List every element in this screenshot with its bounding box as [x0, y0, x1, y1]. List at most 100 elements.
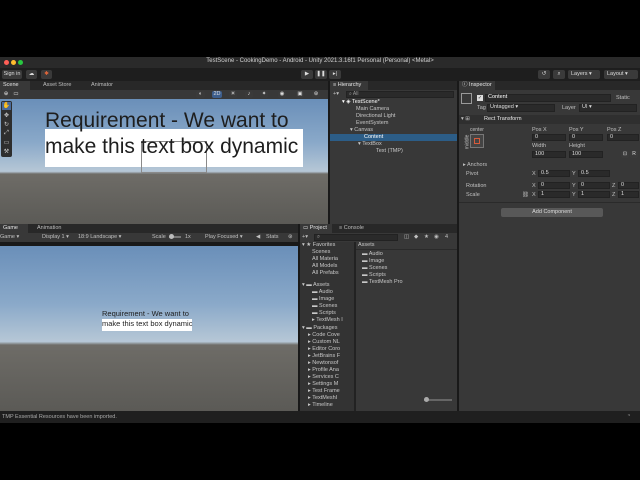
hierarchy-search[interactable]: ⌕ All: [346, 91, 454, 98]
tab-console[interactable]: ≡ Console: [336, 224, 370, 233]
history-icon[interactable]: ↺: [538, 70, 550, 79]
asset-folder[interactable]: ▸ TextMesh I: [312, 317, 343, 324]
package-item[interactable]: ▸ Newtonsof: [308, 360, 338, 367]
package-item[interactable]: ▸ Timeline: [308, 402, 333, 409]
tree-splitter[interactable]: [354, 242, 356, 411]
custom-tool-icon[interactable]: ⚒: [2, 148, 11, 156]
play-button[interactable]: ▶: [301, 70, 313, 79]
camera-icon[interactable]: ▣: [296, 91, 304, 98]
pos-y-field[interactable]: 0: [569, 134, 603, 141]
layout-dropdown[interactable]: Layout ▾: [604, 70, 638, 79]
hierarchy-item-main-camera[interactable]: Main Camera: [356, 106, 389, 113]
transform-tool-icon[interactable]: ▭: [12, 91, 20, 98]
blueprint-mode-icon[interactable]: ⊡: [621, 151, 629, 158]
package-item[interactable]: ▸ Test Frame: [308, 388, 340, 395]
package-item[interactable]: ▸ TextMeshI: [308, 395, 337, 402]
game-viewport[interactable]: Requirement - We want to make this text …: [0, 246, 298, 411]
package-item[interactable]: ▸ Settings M: [308, 381, 338, 388]
anchors-foldout[interactable]: ▸ Anchors: [463, 162, 487, 168]
tab-hierarchy[interactable]: ≡ Hierarchy: [330, 81, 368, 90]
tab-asset-store[interactable]: Asset Store: [40, 81, 76, 90]
rect-tool-icon[interactable]: ▭: [2, 139, 11, 147]
create-icon[interactable]: +▾: [302, 234, 308, 240]
object-name-field[interactable]: Content: [485, 94, 611, 102]
status-message[interactable]: TMP Essential Resources have been import…: [2, 414, 117, 420]
asset-folder[interactable]: ▬ Image: [312, 296, 334, 303]
display-dropdown[interactable]: Display 1 ▾: [42, 234, 69, 240]
scale-y-field[interactable]: 1: [578, 191, 610, 198]
lighting-icon[interactable]: ☀: [229, 91, 237, 98]
hierarchy-item-content[interactable]: Content: [330, 134, 457, 141]
move-tool-icon[interactable]: ✥: [2, 112, 11, 120]
rot-x-field[interactable]: 0: [538, 182, 570, 189]
package-item[interactable]: ▸ JetBrains F: [308, 353, 340, 360]
tab-game[interactable]: Game: [0, 224, 28, 233]
resolution-dropdown[interactable]: 18:9 Landscape ▾: [78, 234, 121, 240]
asset-folder[interactable]: ▬ Scenes: [312, 303, 337, 310]
rect-transform-header[interactable]: ▾ ⊞ Rect Transform: [459, 115, 640, 124]
package-item[interactable]: ▸ Editor Coro: [308, 346, 340, 353]
toggle-2d[interactable]: 2D: [212, 91, 222, 98]
package-item[interactable]: ▸ Profile Ana: [308, 367, 339, 374]
rotate-tool-icon[interactable]: ↻: [2, 121, 11, 129]
gizmos-icon[interactable]: ⊛: [288, 234, 293, 240]
add-icon[interactable]: +▾: [333, 91, 339, 97]
pause-button[interactable]: ❚❚: [315, 70, 327, 79]
game-mode-dropdown[interactable]: Game ▾: [0, 234, 19, 240]
scale-z-field[interactable]: 1: [618, 191, 639, 198]
icon-size-slider[interactable]: [424, 397, 452, 402]
add-component-button[interactable]: Add Component: [501, 208, 603, 217]
account-button[interactable]: Sign in: [2, 70, 22, 79]
hidden-packages-icon[interactable]: ◉: [434, 234, 439, 240]
pivot-x-field[interactable]: 0.5: [538, 170, 570, 177]
scale-slider[interactable]: [169, 234, 181, 239]
hand-tool-icon[interactable]: ✋: [2, 102, 11, 110]
assets-header[interactable]: ▾ ▬ Assets: [302, 282, 330, 289]
scene-viewport[interactable]: ✋ ✥ ↻ ⤢ ▭ ⚒ Requirement - We want to mak…: [0, 99, 328, 224]
asset-file[interactable]: ▬ Image: [362, 258, 384, 265]
hierarchy-item-testscene[interactable]: ▾ ◈ TestScene*: [342, 99, 380, 106]
favorite-item[interactable]: All Prefabs: [312, 270, 339, 277]
visibility-icon[interactable]: ◉: [278, 91, 286, 98]
shading-icon[interactable]: ◐: [196, 91, 205, 98]
icon-size-slider-thumb[interactable]: [424, 397, 429, 402]
raw-edit-mode-icon[interactable]: R: [630, 151, 638, 158]
tab-animator[interactable]: Animator: [88, 81, 120, 90]
anchor-presets-button[interactable]: [470, 134, 484, 148]
package-item[interactable]: ▸ Services C: [308, 374, 339, 381]
tag-dropdown[interactable]: Untagged ▾: [487, 104, 555, 112]
package-item[interactable]: ▸ Code Cove: [308, 332, 340, 339]
constrain-proportions-icon[interactable]: ⛓: [522, 192, 529, 198]
tab-project[interactable]: ▭ Project: [300, 224, 332, 233]
stats-button[interactable]: Stats: [266, 234, 279, 240]
height-field[interactable]: 100: [569, 151, 603, 158]
scale-x-field[interactable]: 1: [538, 191, 570, 198]
rot-y-field[interactable]: 0: [578, 182, 610, 189]
gizmos-icon[interactable]: ⊛: [312, 91, 320, 98]
hierarchy-item-canvas[interactable]: ▾ Canvas: [350, 127, 373, 134]
search-icon[interactable]: ⌕: [553, 70, 565, 79]
hierarchy-item-textbox[interactable]: ▾ TextBox: [358, 141, 382, 148]
play-mode-dropdown[interactable]: Play Focused ▾: [205, 234, 243, 240]
asset-file[interactable]: ▬ Audio: [362, 251, 383, 258]
scale-tool-icon[interactable]: ⤢: [2, 130, 11, 138]
favorite-item[interactable]: Scenes: [312, 249, 330, 256]
asset-file[interactable]: ▬ Scenes: [362, 265, 387, 272]
layer-dropdown[interactable]: UI ▾: [579, 104, 637, 112]
collab-icon[interactable]: ✱: [41, 70, 52, 79]
scale-slider-thumb[interactable]: [169, 234, 174, 239]
filter-label-icon[interactable]: ◆: [414, 234, 418, 240]
project-search[interactable]: ⌕: [314, 234, 398, 241]
mute-audio-icon[interactable]: ◀: [256, 234, 260, 240]
effects-icon[interactable]: ✦: [260, 91, 268, 98]
step-button[interactable]: ▸|: [329, 70, 341, 79]
tab-inspector[interactable]: ⓘ Inspector: [459, 81, 495, 90]
width-field[interactable]: 100: [532, 151, 566, 158]
pos-z-field[interactable]: 0: [607, 134, 639, 141]
package-item[interactable]: ▸ Custom NL: [308, 339, 340, 346]
breadcrumb[interactable]: Assets: [358, 242, 375, 249]
hierarchy-item-directional-light[interactable]: Directional Light: [356, 113, 395, 120]
favorites-header[interactable]: ▾ ★ Favorites: [302, 242, 335, 249]
asset-folder[interactable]: ▬ Scripts: [312, 310, 336, 317]
tab-animation[interactable]: Animation: [34, 224, 74, 233]
